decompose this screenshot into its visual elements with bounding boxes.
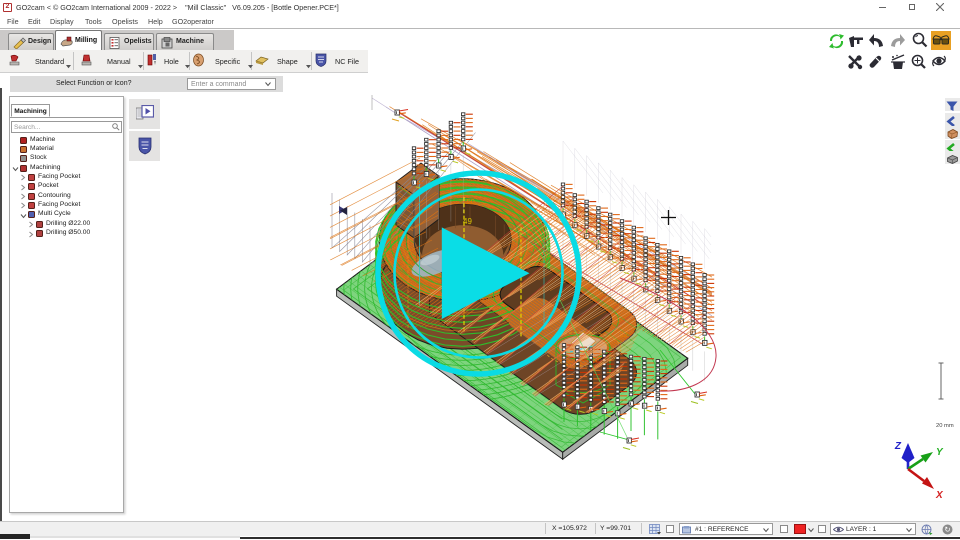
svg-text:50: 50	[467, 197, 475, 206]
svg-text:↻: ↻	[944, 525, 950, 534]
svg-text:49: 49	[463, 217, 472, 226]
svg-text:X: X	[935, 490, 944, 501]
svg-text:Z: Z	[894, 441, 902, 452]
svg-text:Y: Y	[936, 447, 944, 458]
svg-text:20 mm: 20 mm	[936, 423, 954, 429]
